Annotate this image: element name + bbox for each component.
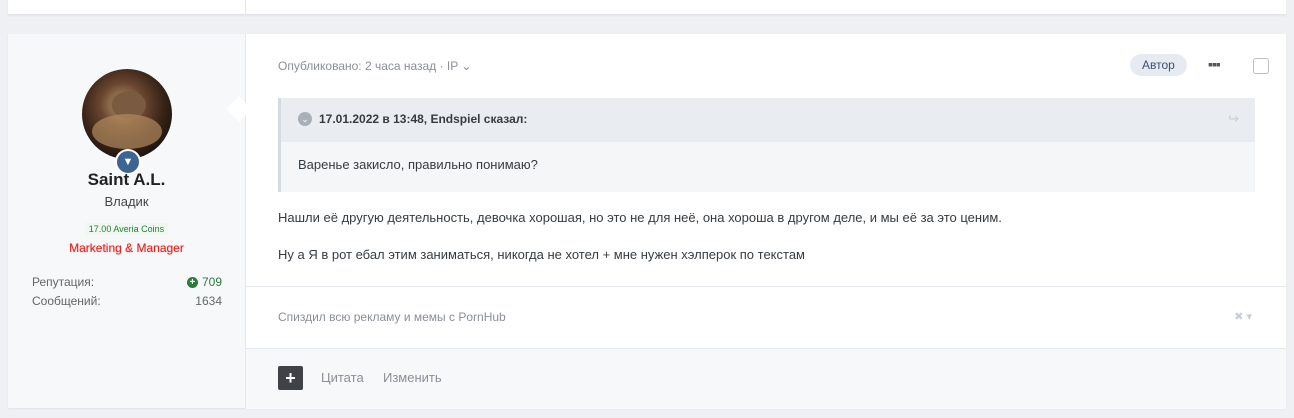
previous-post-divider [245, 0, 246, 14]
posts-label: Сообщений: [32, 294, 101, 308]
edit-button[interactable]: Изменить [383, 370, 442, 385]
post-actions: + Цитата Изменить [246, 348, 1286, 409]
quote-text: Варенье закисло, правильно понимаю? [298, 157, 538, 172]
author-badge: Автор [1130, 54, 1187, 76]
post-content: Опубликовано: 2 часа назад · IP ⌄ Автор … [246, 34, 1286, 409]
quote-header: ⌄ 17.01.2022 в 13:48, Endspiel сказал: ↪ [281, 98, 1255, 142]
post-paragraph: Нашли её другую деятельность, девочка хо… [278, 210, 1002, 225]
user-title: Владик [104, 194, 149, 209]
chevron-down-icon[interactable]: ⌄ [461, 59, 471, 73]
reputation-stat: Репутация: +709 [32, 275, 222, 289]
collapse-chevron-icon[interactable]: ⌄ [298, 112, 312, 126]
author-panel: ▼ Saint A.L. Владик 17.00 Averia Coins M… [8, 34, 246, 408]
post-paragraph: Ну а Я в рот ебал этим заниматься, никог… [278, 247, 805, 262]
username[interactable]: Saint A.L. [8, 170, 245, 190]
signature: Спиздил всю рекламу и мемы с PornHub [278, 310, 506, 324]
signature-options-icon[interactable]: ✖ ▾ [1234, 310, 1252, 323]
reputation-label: Репутация: [32, 275, 95, 289]
reputation-value: 709 [201, 275, 222, 289]
user-group: Marketing & Manager [69, 241, 184, 255]
reputation-plus-icon: + [186, 276, 198, 288]
quote-citation: 17.01.2022 в 13:48, Endspiel сказал: [319, 112, 528, 126]
avatar[interactable] [82, 69, 172, 159]
previous-post-bottom [8, 0, 1286, 15]
share-icon[interactable]: ↪ [1228, 111, 1239, 127]
quote-block: ⌄ 17.01.2022 в 13:48, Endspiel сказал: ↪… [278, 98, 1255, 192]
signature-divider [246, 286, 1286, 287]
select-post-checkbox[interactable] [1253, 58, 1269, 74]
forum-post: ▼ Saint A.L. Владик 17.00 Averia Coins M… [8, 34, 1286, 409]
post-meta[interactable]: Опубликовано: 2 часа назад · IP ⌄ [278, 59, 471, 73]
more-options-icon[interactable]: ▪▪▪ [1208, 56, 1221, 72]
posts-value: 1634 [195, 294, 222, 308]
post-date[interactable]: Опубликовано: 2 часа назад · IP [278, 59, 458, 73]
quote-button[interactable]: Цитата [321, 370, 364, 385]
coins-badge: 17.00 Averia Coins [8, 223, 245, 235]
multiquote-button[interactable]: + [278, 366, 303, 390]
posts-stat: Сообщений: 1634 [32, 294, 222, 308]
